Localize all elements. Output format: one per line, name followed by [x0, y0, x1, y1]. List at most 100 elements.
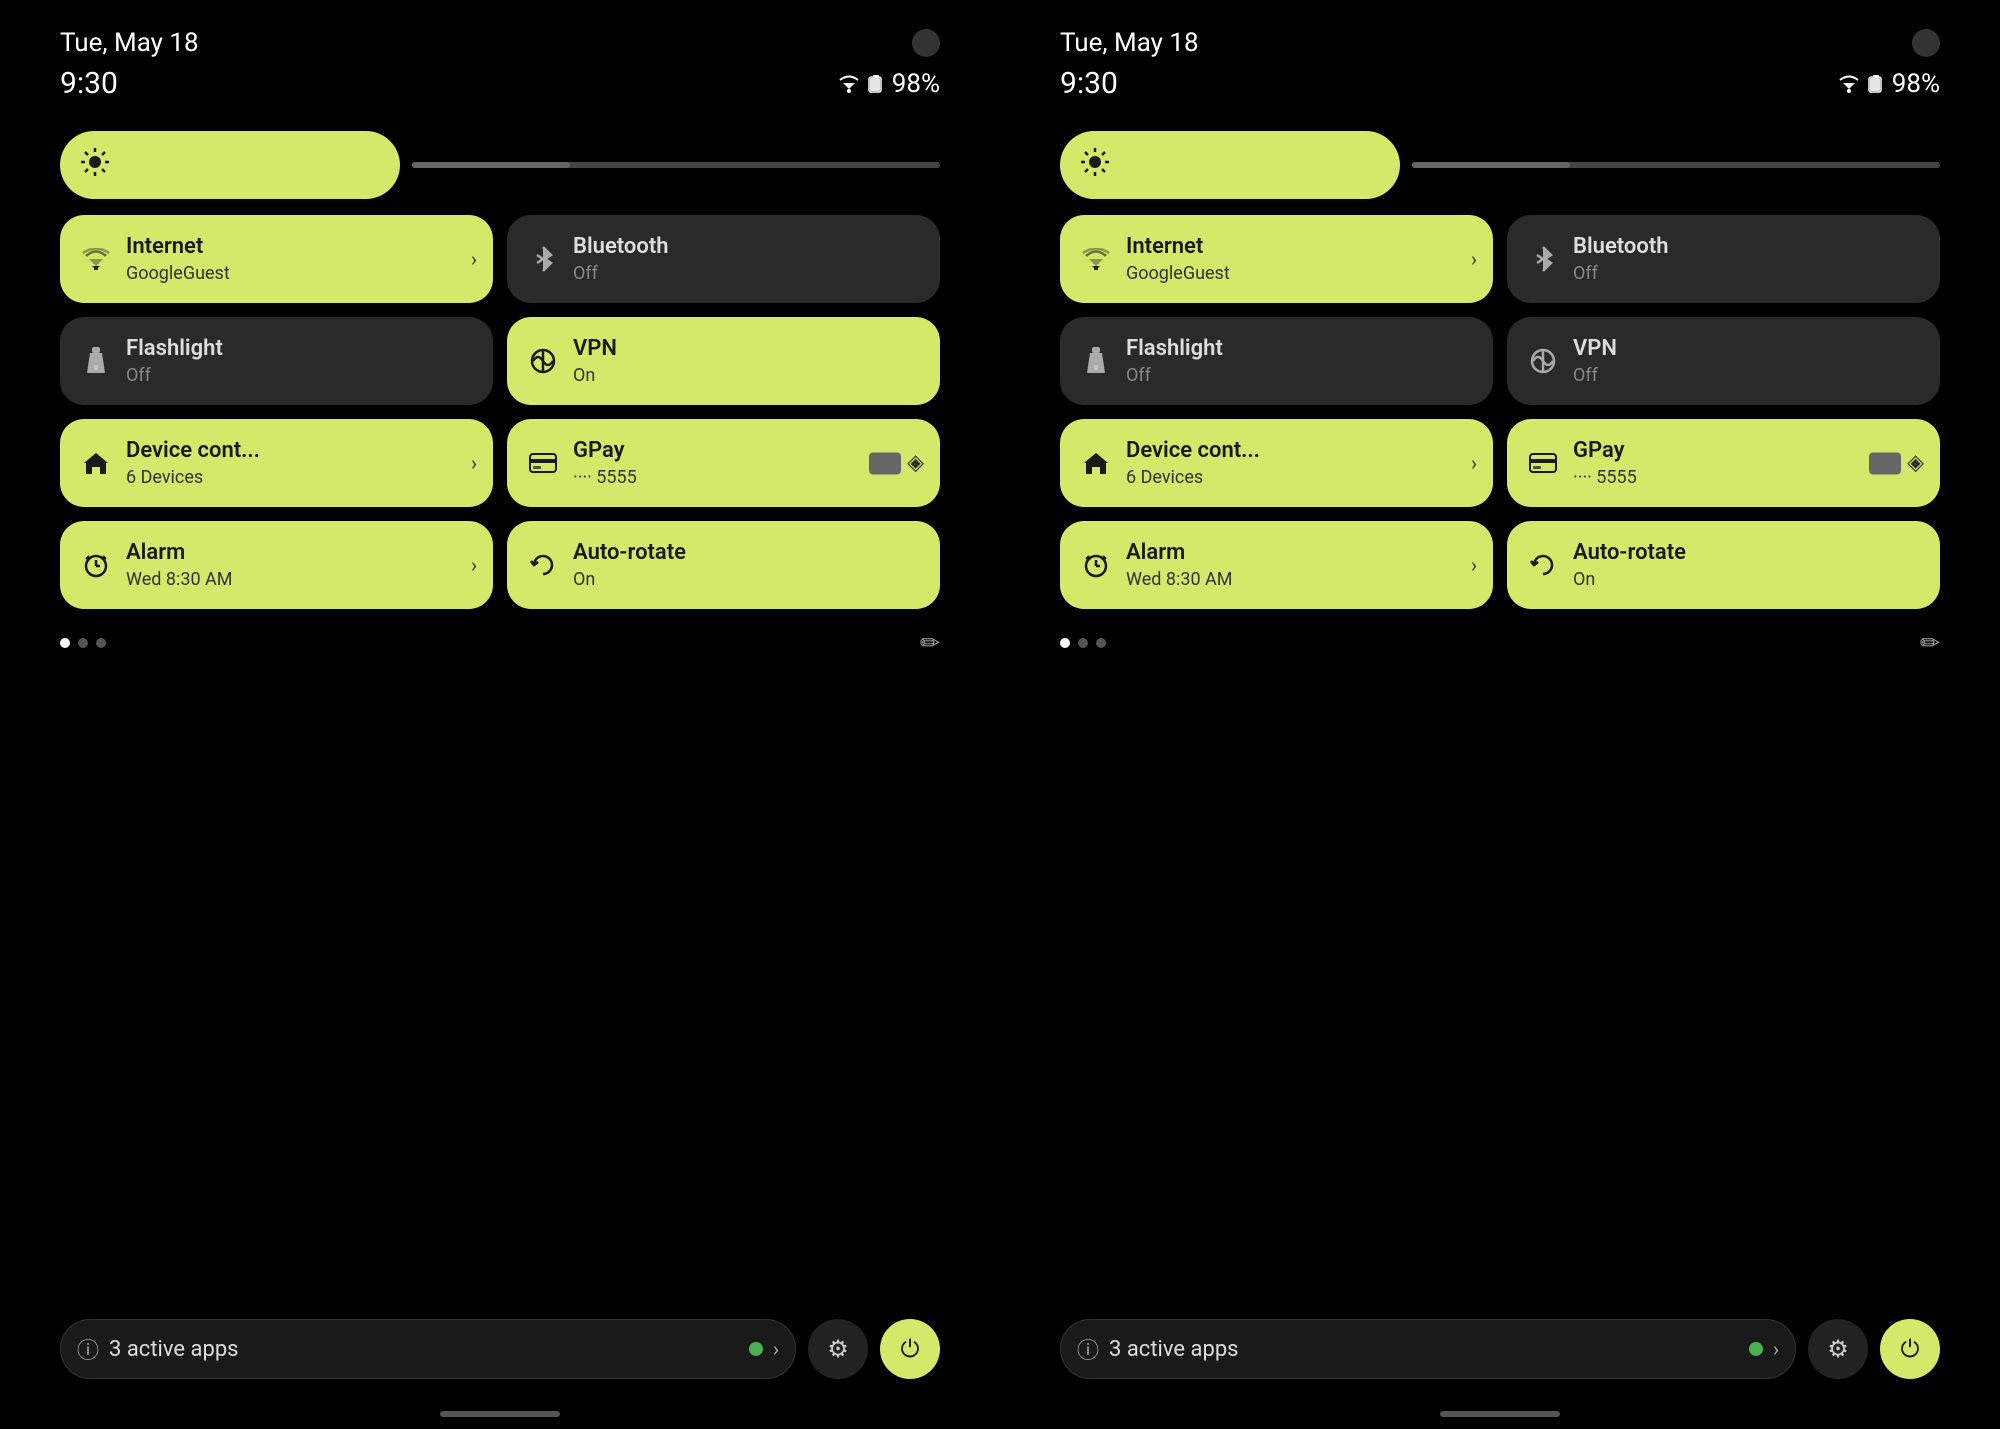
brightness-row[interactable] [60, 131, 940, 199]
pagination-dot-2[interactable] [96, 638, 106, 648]
bottom-bar: ⓘ 3 active apps › ⚙ ⏻ [60, 1319, 940, 1379]
pagination-row: ✏ [1060, 629, 1940, 657]
edit-tiles-button[interactable]: ✏ [920, 629, 940, 657]
tile-subtitle-device-control: 6 Devices [1126, 467, 1260, 488]
tile-device-control[interactable]: Device cont... 6 Devices › [1060, 419, 1493, 507]
active-apps-pill[interactable]: ⓘ 3 active apps › [1060, 1319, 1796, 1379]
active-apps-chevron-icon: › [773, 1337, 779, 1361]
tile-title-internet: Internet [126, 234, 230, 260]
wifi-status-icon [838, 75, 860, 93]
tile-chevron-icon: › [471, 451, 477, 475]
tile-internet[interactable]: Internet GoogleGuest › [1060, 215, 1493, 303]
tile-title-flashlight: Flashlight [1126, 336, 1223, 362]
tile-subtitle-autorotate: On [1573, 569, 1686, 590]
pagination-row: ✏ [60, 629, 940, 657]
tile-subtitle-vpn: On [573, 365, 617, 386]
pagination-dots [1060, 638, 1106, 648]
info-icon: ⓘ [77, 1333, 99, 1365]
tile-text-bluetooth: Bluetooth Off [1573, 234, 1669, 283]
tile-title-gpay: GPay [573, 438, 637, 464]
tile-title-gpay: GPay [1573, 438, 1637, 464]
tile-icon-vpn [527, 347, 559, 375]
active-apps-pill[interactable]: ⓘ 3 active apps › [60, 1319, 796, 1379]
status-bar-top: Tue, May 18 [0, 0, 1000, 58]
tile-title-internet: Internet [1126, 234, 1230, 260]
tile-alarm[interactable]: Alarm Wed 8:30 AM › [60, 521, 493, 609]
tile-vpn[interactable]: VPN On [507, 317, 940, 405]
tile-subtitle-gpay: ···· 5555 [573, 467, 637, 488]
tile-autorotate[interactable]: Auto-rotate On [1507, 521, 1940, 609]
quick-settings-panel: Internet GoogleGuest › Bluetooth Off [60, 131, 940, 657]
pagination-dot-1[interactable] [1078, 638, 1088, 648]
active-apps-text: 3 active apps [109, 1337, 739, 1362]
brightness-slider[interactable] [412, 162, 940, 168]
info-icon: ⓘ [1077, 1333, 1099, 1365]
tile-text-device-control: Device cont... 6 Devices [1126, 438, 1260, 487]
tile-text-gpay: GPay ···· 5555 [1573, 438, 1637, 487]
tile-flashlight[interactable]: Flashlight Off [1060, 317, 1493, 405]
card-icon-group: ◈ [869, 451, 924, 476]
tile-subtitle-bluetooth: Off [1573, 263, 1669, 284]
edit-tiles-button[interactable]: ✏ [1920, 629, 1940, 657]
tile-text-autorotate: Auto-rotate On [573, 540, 686, 589]
tile-icon-wifi [80, 248, 112, 270]
tile-chevron-icon: › [1471, 553, 1477, 577]
status-icons: 98% [838, 69, 940, 99]
tile-text-alarm: Alarm Wed 8:30 AM [1126, 540, 1233, 589]
brightness-row[interactable] [1060, 131, 1940, 199]
tile-title-vpn: VPN [573, 336, 617, 362]
status-bar-top: Tue, May 18 [1000, 0, 2000, 58]
tile-bluetooth[interactable]: Bluetooth Off [507, 215, 940, 303]
tile-vpn[interactable]: VPN Off [1507, 317, 1940, 405]
card-chip-icon [869, 452, 901, 474]
tile-text-vpn: VPN On [573, 336, 617, 385]
settings-button[interactable]: ⚙ [1808, 1319, 1868, 1379]
tile-text-flashlight: Flashlight Off [126, 336, 223, 385]
wifi-status-icon [1838, 75, 1860, 93]
pagination-dot-1[interactable] [78, 638, 88, 648]
status-date: Tue, May 18 [1060, 28, 1199, 58]
brightness-icon [1080, 147, 1110, 184]
tile-autorotate[interactable]: Auto-rotate On [507, 521, 940, 609]
tile-icon-card [1527, 453, 1559, 473]
pagination-dot-2[interactable] [1096, 638, 1106, 648]
tile-icon-alarm [1080, 551, 1112, 579]
power-button[interactable]: ⏻ [1880, 1319, 1940, 1379]
status-bar-bottom: 9:30 98% [0, 58, 1000, 101]
tile-icon-rotate [1527, 551, 1559, 579]
tile-title-vpn: VPN [1573, 336, 1617, 362]
tile-device-control[interactable]: Device cont... 6 Devices › [60, 419, 493, 507]
tile-gpay[interactable]: GPay ···· 5555 ◈ [1507, 419, 1940, 507]
tile-subtitle-internet: GoogleGuest [1126, 263, 1230, 284]
tap-icon: ◈ [1907, 451, 1924, 476]
tile-title-bluetooth: Bluetooth [573, 234, 669, 260]
tile-flashlight[interactable]: Flashlight Off [60, 317, 493, 405]
pagination-dot-0[interactable] [60, 638, 70, 648]
card-chip-icon [1869, 452, 1901, 474]
tile-icon-flashlight [1080, 347, 1112, 375]
brightness-pill[interactable] [60, 131, 400, 199]
status-date: Tue, May 18 [60, 28, 199, 58]
tile-title-autorotate: Auto-rotate [573, 540, 686, 566]
tile-internet[interactable]: Internet GoogleGuest › [60, 215, 493, 303]
tile-bluetooth[interactable]: Bluetooth Off [1507, 215, 1940, 303]
tile-gpay[interactable]: GPay ···· 5555 ◈ [507, 419, 940, 507]
tiles-grid: Internet GoogleGuest › Bluetooth Off [60, 215, 940, 609]
battery-percentage: 98% [892, 69, 940, 99]
brightness-icon [80, 147, 110, 184]
battery-status-icon [1868, 75, 1884, 93]
settings-button[interactable]: ⚙ [808, 1319, 868, 1379]
tile-subtitle-autorotate: On [573, 569, 686, 590]
power-button[interactable]: ⏻ [880, 1319, 940, 1379]
home-indicator [440, 1411, 560, 1417]
brightness-pill[interactable] [1060, 131, 1400, 199]
status-time: 9:30 [1060, 66, 1118, 101]
pagination-dot-0[interactable] [1060, 638, 1070, 648]
camera-cutout [912, 29, 940, 57]
tile-text-internet: Internet GoogleGuest [1126, 234, 1230, 283]
quick-settings-panel: Internet GoogleGuest › Bluetooth Off [1060, 131, 1940, 657]
tile-alarm[interactable]: Alarm Wed 8:30 AM › [1060, 521, 1493, 609]
brightness-slider[interactable] [1412, 162, 1940, 168]
tile-icon-vpn [1527, 347, 1559, 375]
tile-subtitle-gpay: ···· 5555 [1573, 467, 1637, 488]
